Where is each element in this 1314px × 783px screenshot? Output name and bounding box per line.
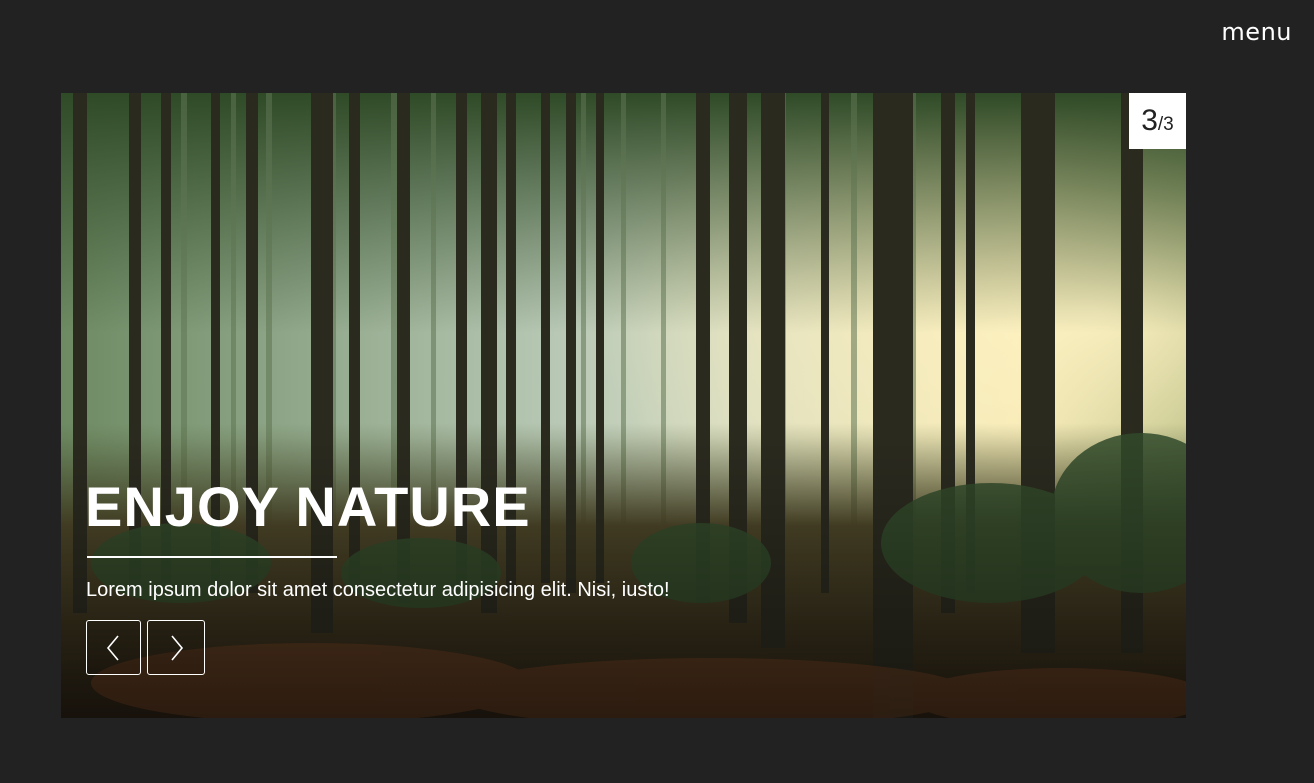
slide-counter: 3 /3 <box>1129 93 1186 149</box>
title-divider <box>87 556 337 558</box>
forest-image <box>61 93 1186 718</box>
total-slides: /3 <box>1157 113 1174 135</box>
page: menu 3 /3 ENJOY NATURE Lorem ipsum dolor… <box>0 0 1314 783</box>
slider-nav <box>86 620 205 675</box>
menu-button[interactable]: menu <box>1221 18 1292 46</box>
slide-title: ENJOY NATURE <box>85 475 531 538</box>
slide-caption: ENJOY NATURE Lorem ipsum dolor sit amet … <box>85 473 985 602</box>
prev-slide-button[interactable] <box>86 620 141 675</box>
current-slide-number: 3 <box>1141 104 1158 137</box>
next-slide-button[interactable] <box>147 620 205 675</box>
chevron-right-icon <box>171 634 184 661</box>
slide-description: Lorem ipsum dolor sit amet consectetur a… <box>86 579 670 601</box>
hero-slide: 3 /3 ENJOY NATURE Lorem ipsum dolor sit … <box>61 93 1186 718</box>
chevron-left-icon <box>106 634 119 661</box>
